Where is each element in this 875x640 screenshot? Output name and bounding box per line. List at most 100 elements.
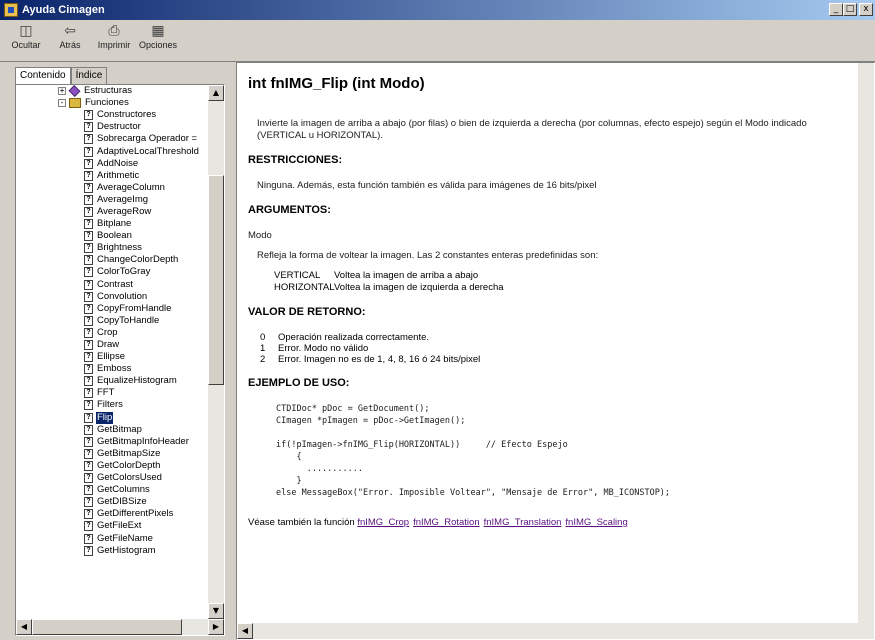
tree-item-label: GetColumns <box>97 484 150 496</box>
close-button[interactable]: x <box>859 3 873 16</box>
tree-item[interactable]: ? Emboss <box>16 363 210 375</box>
tree-item[interactable]: ? Draw <box>16 339 210 351</box>
tree-item[interactable]: ? AverageRow <box>16 206 210 218</box>
options-label: Opciones <box>138 40 178 50</box>
tree-item[interactable]: ? Contrast <box>16 279 210 291</box>
tree-item[interactable]: ? Crop <box>16 327 210 339</box>
scroll-left-icon[interactable]: ◀ <box>237 623 253 639</box>
tree-item[interactable]: ? EqualizeHistogram <box>16 375 210 387</box>
tree-hscroll-thumb[interactable] <box>32 619 182 635</box>
collapse-icon[interactable]: - <box>58 99 66 108</box>
tree-item-label: AdaptiveLocalThreshold <box>97 145 199 157</box>
tree-item-label: Sobrecarga Operador = <box>97 133 198 145</box>
see-also-link-scaling[interactable]: fnIMG_Scaling <box>565 517 627 528</box>
tree-item[interactable]: ? CopyToHandle <box>16 315 210 327</box>
tree-item[interactable]: ? ChangeColorDepth <box>16 254 210 266</box>
tree-item[interactable]: ? Bitplane <box>16 218 210 230</box>
help-page-icon: ? <box>84 424 93 435</box>
tree-item[interactable]: ? Convolution <box>16 291 210 303</box>
tree-item[interactable]: ? GetColorsUsed <box>16 472 210 484</box>
tree-item[interactable]: ? GetHistogram <box>16 545 210 557</box>
topic-pane: int fnIMG_Flip (int Modo) Invierte la im… <box>236 62 875 640</box>
restrictions-text: Ninguna. Además, esta función también es… <box>257 180 597 191</box>
back-label: Atrás <box>59 40 81 50</box>
help-page-icon: ? <box>84 352 93 363</box>
tree-item[interactable]: ? Brightness <box>16 242 210 254</box>
back-arrow-icon: ⇦ <box>64 23 76 39</box>
scroll-up-icon[interactable]: ▲ <box>208 85 224 101</box>
tree-item[interactable]: ? FFT <box>16 387 210 399</box>
return-desc: Operación realizada correctamente. <box>278 332 430 343</box>
tree-item[interactable]: ? GetDifferentPixels <box>16 508 210 520</box>
tree-item[interactable]: ? CopyFromHandle <box>16 303 210 315</box>
constant-desc: Voltea la imagen de izquierda a derecha <box>334 282 504 293</box>
navigation-pane: Contenido Índice + Estructuras - Funciones?… <box>0 62 232 640</box>
tree-item-label: ColorToGray <box>97 266 151 278</box>
window-title: Ayuda Cimagen <box>22 4 105 16</box>
options-button[interactable]: ▦ Opciones <box>136 20 180 60</box>
tree-item[interactable]: ? GetFileExt <box>16 520 210 532</box>
expand-icon[interactable]: + <box>58 87 66 96</box>
tree-item[interactable]: ? AddNoise <box>16 158 210 170</box>
scroll-right-icon[interactable]: ▶ <box>208 619 224 635</box>
tab-contents-label: Contenido <box>20 70 66 81</box>
tree-scroll-thumb[interactable] <box>208 175 224 385</box>
help-page-icon: ? <box>84 448 93 459</box>
see-also-link-translation[interactable]: fnIMG_Translation <box>484 517 562 528</box>
hide-button[interactable]: ◫ Ocultar <box>4 20 48 60</box>
tree-item[interactable]: ? Constructores <box>16 109 210 121</box>
print-button[interactable]: ⎙ Imprimir <box>92 20 136 60</box>
tree-item[interactable]: ? Destructor <box>16 121 210 133</box>
tree-item[interactable]: ? AverageColumn <box>16 182 210 194</box>
tree-item[interactable]: ? GetBitmap <box>16 424 210 436</box>
nav-tabs: Contenido Índice <box>15 67 108 85</box>
tree-horizontal-scrollbar[interactable]: ◀ ▶ <box>16 619 224 635</box>
tree-vertical-scrollbar[interactable]: ▲ ▼ <box>208 85 224 619</box>
scroll-down-icon[interactable]: ▼ <box>208 603 224 619</box>
tree-item[interactable]: ? GetFileName <box>16 532 210 544</box>
tree-item-label: GetBitmap <box>97 423 142 435</box>
tree-item[interactable]: - Funciones <box>16 97 210 109</box>
tree-item[interactable]: + Estructuras <box>16 85 210 97</box>
topic-horizontal-scrollbar[interactable]: ◀ <box>237 623 874 639</box>
help-page-icon: ? <box>84 206 93 217</box>
argument-text: Refleja la forma de voltear la imagen. L… <box>257 250 599 261</box>
see-also-link-rotation[interactable]: fnIMG_Rotation <box>413 517 480 528</box>
tree-item-label: GetHistogram <box>97 544 156 556</box>
help-page-icon: ? <box>84 473 93 484</box>
help-page-icon: ? <box>84 158 93 169</box>
tree-item[interactable]: ? Arithmetic <box>16 170 210 182</box>
tree-item[interactable]: ? Ellipse <box>16 351 210 363</box>
tree-item[interactable]: ? ColorToGray <box>16 266 210 278</box>
maximize-button[interactable]: □ <box>843 3 857 16</box>
tree-item-label: Estructuras <box>84 85 133 97</box>
tree-item[interactable]: ? AverageImg <box>16 194 210 206</box>
back-button[interactable]: ⇦ Atrás <box>48 20 92 60</box>
tab-contents[interactable]: Contenido <box>15 67 71 85</box>
contents-tree[interactable]: + Estructuras - Funciones? Constructores? Des… <box>16 85 210 619</box>
argument-name: Modo <box>248 230 272 241</box>
tree-item[interactable]: ? GetBitmapSize <box>16 448 210 460</box>
tree-item[interactable]: ? GetDIBSize <box>16 496 210 508</box>
tree-item-label: AddNoise <box>97 157 139 169</box>
tree-item[interactable]: ? Boolean <box>16 230 210 242</box>
tree-item[interactable]: ? Filters <box>16 399 210 411</box>
see-also-link-crop[interactable]: fnIMG_Crop <box>357 517 409 528</box>
tree-item-label: Flip <box>96 411 114 424</box>
tree-item[interactable]: ? Sobrecarga Operador = <box>16 133 210 145</box>
tree-item[interactable]: ? GetColorDepth <box>16 460 210 472</box>
tree-item[interactable]: ? GetColumns <box>16 484 210 496</box>
toolbar: ◫ Ocultar ⇦ Atrás ⎙ Imprimir ▦ Opciones <box>0 20 875 62</box>
minimize-button[interactable]: _ <box>829 3 843 16</box>
tree-item-label: GetDIBSize <box>97 496 147 508</box>
scroll-left-icon[interactable]: ◀ <box>16 619 32 635</box>
tab-index[interactable]: Índice <box>70 67 108 84</box>
topic-vertical-scrollbar[interactable] <box>858 63 874 623</box>
help-page-icon: ? <box>84 170 93 181</box>
tree-item[interactable]: ? AdaptiveLocalThreshold <box>16 145 210 157</box>
tree-item[interactable]: ? Flip <box>16 411 210 424</box>
hide-label: Ocultar <box>11 40 41 50</box>
tree-item[interactable]: ? GetBitmapInfoHeader <box>16 436 210 448</box>
help-page-icon: ? <box>84 219 93 230</box>
tree-item-label: AverageColumn <box>97 181 165 193</box>
